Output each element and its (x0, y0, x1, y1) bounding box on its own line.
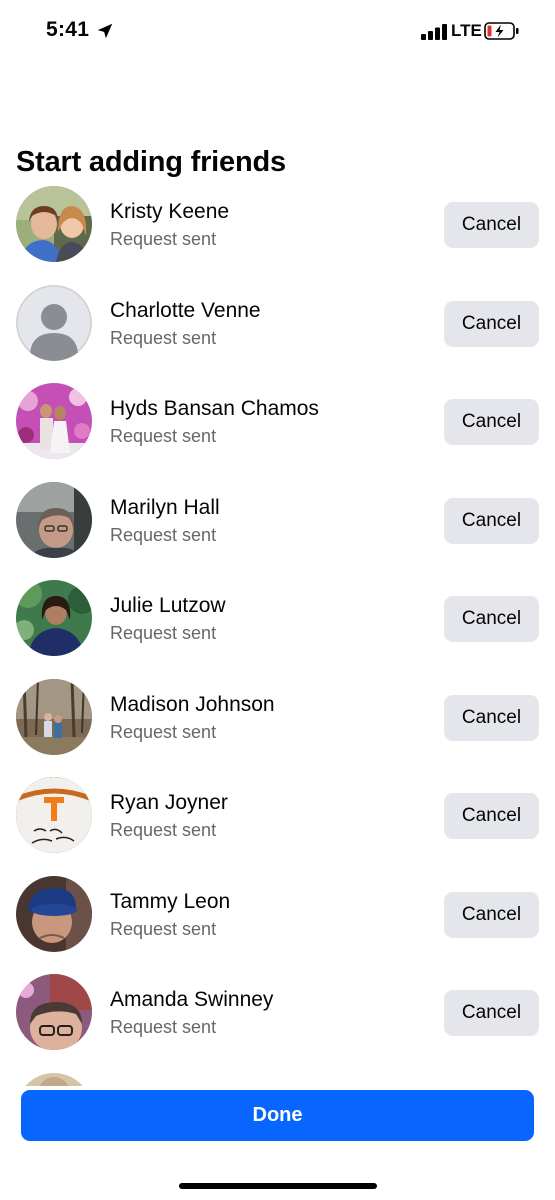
friend-name: Ryan Joyner (110, 791, 228, 814)
friend-request-list[interactable]: Kristy Keene Request sent Cancel Charlot… (0, 186, 555, 1086)
cancel-request-button[interactable]: Cancel (444, 891, 539, 938)
home-indicator (179, 1183, 377, 1189)
cancel-request-button[interactable]: Cancel (444, 399, 539, 445)
friend-name: Tammy Leon (110, 889, 231, 913)
cancel-request-button[interactable]: Cancel (444, 793, 539, 839)
avatar[interactable] (16, 678, 92, 755)
friend-name: Marilyn Hall (110, 495, 220, 519)
friend-request-row: Ryan Joyner Request sent Cancel (0, 777, 555, 876)
location-arrow-icon (97, 23, 113, 39)
section-title: Start adding friends (16, 146, 286, 178)
friend-request-row-partial (0, 1072, 555, 1086)
friend-name: Kristy Keene (110, 200, 230, 223)
signal-bars-icon (421, 24, 447, 40)
request-status: Request sent (110, 623, 217, 643)
request-status: Request sent (110, 820, 217, 840)
request-status: Request sent (110, 918, 217, 939)
request-status: Request sent (110, 426, 217, 446)
network-type: LTE (451, 21, 482, 40)
status-time: 5:41 (46, 18, 90, 41)
avatar[interactable] (16, 1072, 92, 1086)
battery-charging-icon (484, 22, 519, 40)
friend-request-row: Hyds Bansan Chamos Request sent Cancel (0, 383, 555, 482)
friend-request-row: Kristy Keene Request sent Cancel (0, 186, 555, 285)
avatar[interactable] (16, 875, 92, 952)
cancel-request-button[interactable]: Cancel (444, 497, 539, 544)
done-button[interactable]: Done (21, 1090, 534, 1141)
friend-request-row: Julie Lutzow Request sent Cancel (0, 580, 555, 679)
request-status: Request sent (110, 721, 217, 742)
friend-name: Charlotte Venne (110, 298, 261, 322)
default-avatar-icon[interactable] (16, 284, 92, 361)
avatar[interactable] (16, 777, 92, 853)
status-bar: 5:41 LTE (0, 0, 555, 64)
request-status: Request sent (110, 229, 217, 249)
avatar[interactable] (16, 186, 92, 262)
friend-name: Amanda Swinney (110, 988, 274, 1011)
request-status: Request sent (110, 1017, 217, 1037)
friend-name: Julie Lutzow (110, 594, 226, 617)
request-status: Request sent (110, 327, 217, 348)
friend-request-row: Madison Johnson Request sent Cancel (0, 678, 555, 778)
cancel-request-button[interactable]: Cancel (444, 202, 539, 248)
friend-request-row: Marilyn Hall Request sent Cancel (0, 481, 555, 581)
friend-request-row: Charlotte Venne Request sent Cancel (0, 284, 555, 384)
avatar[interactable] (16, 383, 92, 459)
friend-request-row: Tammy Leon Request sent Cancel (0, 875, 555, 975)
cancel-request-button[interactable]: Cancel (444, 990, 539, 1036)
cancel-request-button[interactable]: Cancel (444, 596, 539, 642)
cancel-request-button[interactable]: Cancel (444, 694, 539, 741)
cancel-request-button[interactable]: Cancel (444, 300, 539, 347)
avatar[interactable] (16, 580, 92, 656)
friend-request-row: Amanda Swinney Request sent Cancel (0, 974, 555, 1073)
friend-name: Madison Johnson (110, 692, 275, 716)
request-status: Request sent (110, 524, 217, 545)
avatar[interactable] (16, 481, 92, 558)
avatar[interactable] (16, 974, 92, 1050)
friend-name: Hyds Bansan Chamos (110, 397, 319, 420)
